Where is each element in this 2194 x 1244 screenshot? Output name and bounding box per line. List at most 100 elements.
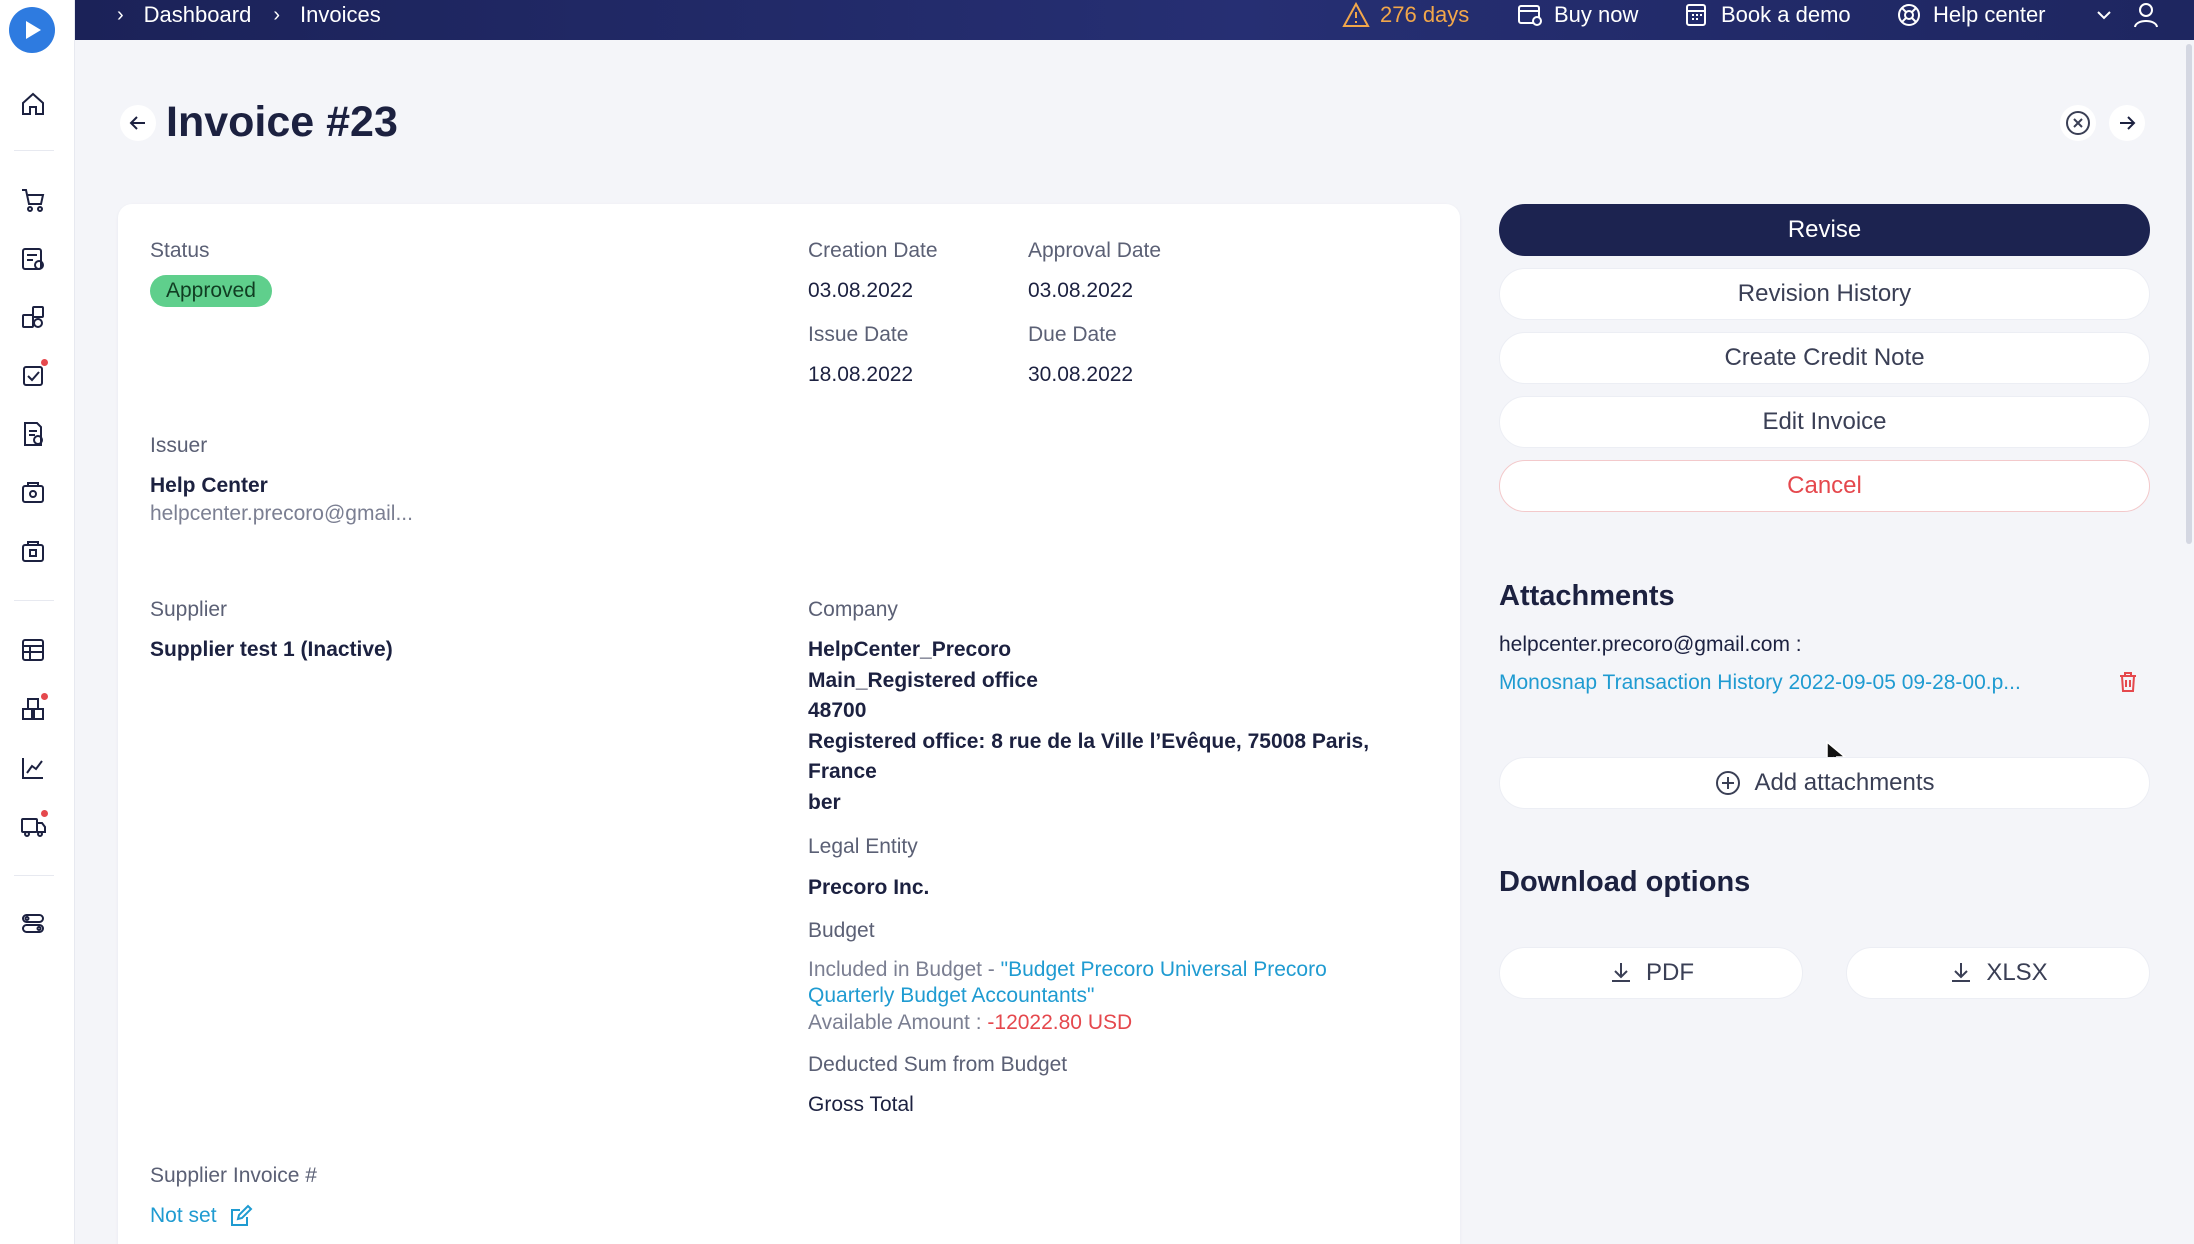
budget-link-continued[interactable]: Quarterly Budget Accountants"	[808, 984, 1094, 1008]
chevron-down-icon	[2097, 11, 2111, 20]
budgets-icon[interactable]	[18, 635, 48, 665]
catalog-icon[interactable]	[18, 692, 49, 724]
delete-attachment-button[interactable]	[2117, 670, 2139, 699]
company-line: Registered office: 8 rue de la Ville l’E…	[808, 730, 1370, 753]
add-attachments-button[interactable]: Add attachments	[1499, 757, 2150, 809]
status-badge: Approved	[150, 275, 272, 307]
due-date-value: 30.08.2022	[1028, 363, 1134, 386]
trash-icon	[2120, 672, 2136, 692]
buy-now-label: Buy now	[1554, 2, 1639, 27]
app-logo[interactable]	[9, 7, 55, 53]
settings-toggle-icon[interactable]	[18, 908, 48, 938]
issuer-name: Help Center	[150, 474, 268, 497]
calendar-icon	[1686, 4, 1706, 26]
lifebuoy-icon	[1898, 4, 1920, 26]
issuer-label: Issuer	[150, 434, 208, 457]
creation-date-label: Creation Date	[808, 239, 938, 262]
sidebar-divider	[14, 875, 54, 876]
chevron-right-icon: ›	[273, 3, 280, 26]
supplier-label: Supplier	[150, 598, 228, 621]
company-label: Company	[808, 598, 898, 621]
download-pdf-button[interactable]: PDF	[1499, 947, 1803, 999]
chevron-right-icon: ›	[117, 3, 124, 26]
attachment-owner: helpcenter.precoro@gmail.com :	[1499, 633, 1802, 656]
breadcrumb-dashboard[interactable]: Dashboard	[144, 2, 252, 28]
warehouse-icon[interactable]	[18, 536, 48, 566]
budget-included-prefix: Included in Budget -	[808, 958, 1001, 981]
close-circle-icon	[2066, 111, 2090, 135]
trial-days-indicator[interactable]: 276 days	[1342, 0, 1469, 30]
creation-date-value: 03.08.2022	[808, 279, 914, 302]
add-attachments-label: Add attachments	[1754, 769, 1935, 796]
attachment-file-link[interactable]: Monosnap Transaction History 2022-09-05 …	[1499, 671, 2021, 695]
requests-icon[interactable]	[18, 244, 48, 274]
issue-date-label: Issue Date	[808, 323, 909, 346]
download-pdf-label: PDF	[1646, 959, 1694, 986]
download-icon	[1952, 963, 1971, 982]
next-button[interactable]	[2109, 105, 2145, 141]
legal-entity-label: Legal Entity	[808, 835, 918, 858]
user-icon	[2134, 3, 2158, 28]
arrow-left-icon	[129, 116, 145, 130]
sidebar	[0, 0, 75, 1244]
arrow-right-icon	[2120, 116, 2136, 130]
suppliers-icon[interactable]	[18, 809, 49, 841]
help-center-button[interactable]: Help center	[1895, 0, 2046, 30]
top-bar: › Dashboard › Invoices 276 days Buy now …	[75, 0, 2194, 40]
notification-dot	[40, 809, 49, 818]
revision-history-button[interactable]: Revision History	[1499, 268, 2150, 320]
supplier-invoice-not-set: Not set	[150, 1204, 217, 1227]
approval-date-value: 03.08.2022	[1028, 279, 1134, 302]
edit-icon[interactable]	[229, 1204, 253, 1228]
trial-days-text: 276 days	[1380, 2, 1470, 27]
legal-entity-value: Precoro Inc.	[808, 876, 930, 899]
attachments-title: Attachments	[1499, 580, 1675, 612]
cancel-invoice-button[interactable]: Cancel	[1499, 460, 2150, 512]
page-scrollbar[interactable]	[2186, 44, 2192, 544]
buy-now-button[interactable]: Buy now	[1516, 0, 1638, 30]
company-line: France	[808, 760, 877, 783]
breadcrumb: › Dashboard › Invoices	[117, 0, 381, 30]
approvals-icon[interactable]	[18, 358, 49, 390]
receipts-icon[interactable]	[18, 477, 48, 507]
create-credit-note-button[interactable]: Create Credit Note	[1499, 332, 2150, 384]
revise-button[interactable]: Revise	[1499, 204, 2150, 256]
company-line: ber	[808, 791, 841, 814]
invoices-icon[interactable]	[18, 419, 48, 449]
home-icon[interactable]	[18, 89, 48, 119]
due-date-label: Due Date	[1028, 323, 1117, 346]
help-center-label: Help center	[1933, 2, 2046, 27]
page-title: Invoice #23	[166, 98, 398, 146]
analytics-icon[interactable]	[18, 753, 48, 783]
issuer-email: helpcenter.precoro@gmail...	[150, 502, 413, 525]
budget-label: Budget	[808, 919, 875, 942]
back-button[interactable]	[120, 105, 156, 141]
approval-date-label: Approval Date	[1028, 239, 1162, 262]
cart-icon[interactable]	[18, 185, 48, 215]
available-amount-prefix: Available Amount :	[808, 1011, 988, 1034]
purchase-orders-icon[interactable]	[18, 302, 48, 332]
breadcrumb-invoices[interactable]: Invoices	[300, 2, 381, 28]
download-options-title: Download options	[1499, 866, 1751, 898]
close-button[interactable]	[2060, 105, 2096, 141]
supplier-name: Supplier test 1 (Inactive)	[150, 638, 393, 661]
edit-invoice-button[interactable]: Edit Invoice	[1499, 396, 2150, 448]
invoice-details-card	[118, 204, 1460, 1244]
company-line: 48700	[808, 699, 867, 722]
plus-circle-icon	[1716, 771, 1741, 795]
buy-icon	[1518, 5, 1542, 26]
warning-icon	[1342, 2, 1370, 27]
available-amount: Available Amount : -12022.80 USD	[808, 1011, 1132, 1035]
user-menu[interactable]	[2095, 0, 2161, 30]
download-xlsx-button[interactable]: XLSX	[1846, 947, 2150, 999]
supplier-invoice-label: Supplier Invoice #	[150, 1164, 317, 1187]
budget-included: Included in Budget - "Budget Precoro Uni…	[808, 958, 1327, 982]
supplier-invoice-value[interactable]: Not set	[150, 1204, 253, 1228]
book-demo-button[interactable]: Book a demo	[1683, 0, 1851, 30]
download-xlsx-label: XLSX	[1986, 959, 2048, 986]
notification-dot	[40, 692, 49, 701]
status-label: Status	[150, 239, 210, 262]
notification-dot	[40, 358, 49, 367]
budget-link[interactable]: "Budget Precoro Universal Precoro	[1001, 958, 1327, 981]
book-demo-label: Book a demo	[1721, 2, 1851, 27]
